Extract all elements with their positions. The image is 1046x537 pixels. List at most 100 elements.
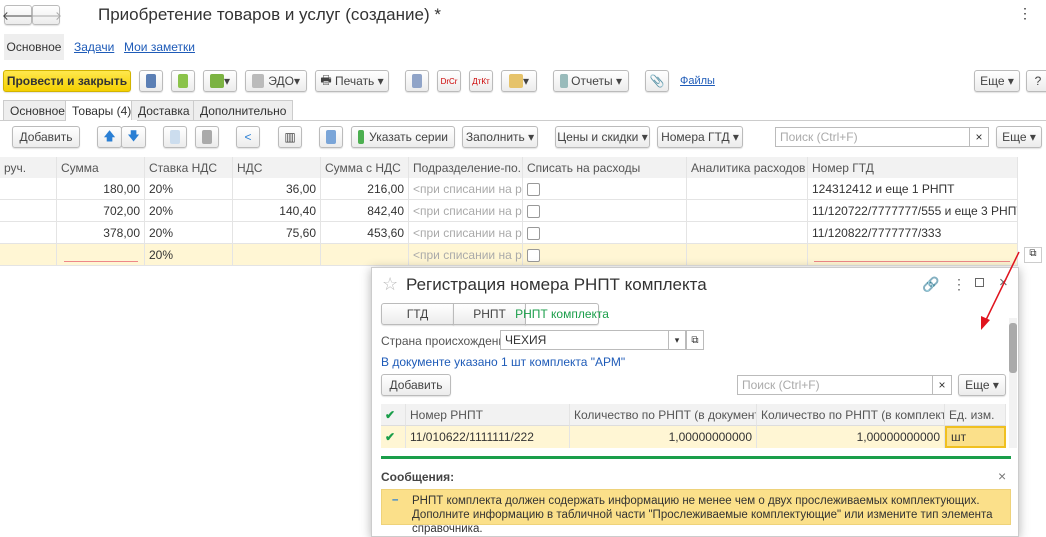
- clear-search-button[interactable]: ×: [969, 127, 989, 147]
- dropdown-icon[interactable]: ▾: [668, 330, 686, 350]
- table-cell[interactable]: 140,40: [233, 200, 321, 222]
- table-cell[interactable]: 1,00000000000: [757, 426, 945, 448]
- table-cell[interactable]: 216,00: [321, 178, 409, 200]
- tab-main[interactable]: Основное: [3, 100, 72, 120]
- link-icon[interactable]: 🔗: [922, 276, 939, 293]
- table-cell[interactable]: [0, 244, 57, 266]
- post-icon[interactable]: [171, 70, 195, 92]
- attach-icon[interactable]: 📎: [645, 70, 669, 92]
- gtd-numbers-button[interactable]: Номера ГТД ▾: [657, 126, 743, 148]
- table-cell[interactable]: [687, 222, 808, 244]
- table-cell[interactable]: 20%: [145, 222, 233, 244]
- add-button[interactable]: Добавить: [12, 126, 80, 148]
- table-cell[interactable]: [321, 244, 409, 266]
- post-and-close-button[interactable]: Провести и закрыть: [3, 70, 131, 92]
- write-off-checkbox-cell[interactable]: [523, 200, 687, 222]
- dialog-add-button[interactable]: Добавить: [381, 374, 451, 396]
- open-icon[interactable]: ⧉: [1024, 247, 1042, 263]
- column-header[interactable]: Аналитика расходов: [687, 157, 808, 179]
- table-cell[interactable]: <при списании на р...: [409, 244, 523, 266]
- table-cell[interactable]: 11/120822/7777777/333: [808, 222, 1018, 244]
- table-cell[interactable]: шт: [945, 426, 1006, 448]
- nav-tab-notes[interactable]: Мои заметки: [124, 40, 195, 54]
- print-button[interactable]: 🖶 Печать ▾: [315, 70, 389, 92]
- table-cell[interactable]: 180,00: [57, 178, 145, 200]
- table-cell[interactable]: [233, 244, 321, 266]
- column-header[interactable]: Ед. изм.: [945, 404, 1006, 426]
- write-off-checkbox-cell[interactable]: [523, 178, 687, 200]
- table-cell[interactable]: 20%: [145, 178, 233, 200]
- tab-goods[interactable]: Товары (4): [65, 100, 139, 121]
- column-header[interactable]: Подразделение-по...: [409, 157, 523, 179]
- specify-series-button[interactable]: Указать серии: [351, 126, 455, 148]
- table-cell[interactable]: [687, 244, 808, 266]
- edo-button[interactable]: ЭДО ▾: [245, 70, 307, 92]
- move-down-icon[interactable]: 🡇: [121, 126, 146, 148]
- reports-button[interactable]: Отчеты ▾: [553, 70, 629, 92]
- dialog-clear-search-button[interactable]: ×: [932, 375, 952, 395]
- country-input[interactable]: ЧЕХИЯ: [500, 330, 686, 350]
- column-header[interactable]: руч.: [0, 157, 57, 179]
- table-cell[interactable]: 124312412 и еще 1 РНПТ: [808, 178, 1018, 200]
- column-header[interactable]: Номер ГТД: [808, 157, 1018, 179]
- more-menu-icon[interactable]: ⋮: [1018, 5, 1032, 22]
- favorite-star-icon[interactable]: ☆: [382, 274, 398, 295]
- dialog-tab-rnpt-kit[interactable]: РНПТ комплекта: [515, 303, 609, 325]
- table-cell[interactable]: 11/120722/7777777/555 и еще 3 РНПТ: [808, 200, 1018, 222]
- structure-button[interactable]: ▾: [501, 70, 537, 92]
- table-cell[interactable]: 20%: [145, 200, 233, 222]
- barcode-icon[interactable]: ▥: [278, 126, 302, 148]
- column-header[interactable]: Сумма с НДС: [321, 157, 409, 179]
- checkbox[interactable]: [527, 182, 540, 196]
- column-header[interactable]: Количество по РНПТ (в документе): [570, 404, 757, 426]
- write-off-checkbox-cell[interactable]: [523, 244, 687, 266]
- column-header[interactable]: Номер РНПТ: [406, 404, 570, 426]
- table-cell[interactable]: <при списании на р...: [409, 222, 523, 244]
- table-cell[interactable]: 20%: [145, 244, 233, 266]
- back-button[interactable]: 🡐: [2, 5, 34, 25]
- save-icon[interactable]: [139, 70, 163, 92]
- more-menu-icon[interactable]: ⋮: [952, 276, 966, 293]
- dialog-search-input[interactable]: Поиск (Ctrl+F): [737, 375, 933, 395]
- search-input[interactable]: Поиск (Ctrl+F): [775, 127, 970, 147]
- column-header[interactable]: НДС: [233, 157, 321, 179]
- more-button[interactable]: Еще ▾: [974, 70, 1020, 92]
- column-header[interactable]: Ставка НДС: [145, 157, 233, 179]
- checkbox[interactable]: [527, 248, 540, 262]
- table-cell[interactable]: [57, 244, 145, 266]
- open-icon[interactable]: ⧉: [686, 330, 704, 350]
- check-list-icon[interactable]: [319, 126, 343, 148]
- column-header[interactable]: Количество по РНПТ (в комплекте): [757, 404, 945, 426]
- table-cell[interactable]: 1,00000000000: [570, 426, 757, 448]
- create-based-on-button[interactable]: ▾: [203, 70, 237, 92]
- dialog-tab-gtd[interactable]: ГТД: [381, 303, 454, 325]
- table-more-button[interactable]: Еще ▾: [996, 126, 1042, 148]
- files-link[interactable]: Файлы: [680, 75, 715, 87]
- table-cell[interactable]: 453,60: [321, 222, 409, 244]
- paste-icon[interactable]: [195, 126, 219, 148]
- tab-additional[interactable]: Дополнительно: [193, 100, 294, 120]
- write-off-checkbox-cell[interactable]: [523, 222, 687, 244]
- table-cell[interactable]: [687, 178, 808, 200]
- table-cell[interactable]: [0, 200, 57, 222]
- table-cell[interactable]: 378,00: [57, 222, 145, 244]
- table-cell[interactable]: 36,00: [233, 178, 321, 200]
- table-cell[interactable]: 702,00: [57, 200, 145, 222]
- copy-icon[interactable]: [163, 126, 187, 148]
- column-header[interactable]: Списать на расходы: [523, 157, 687, 179]
- fill-button[interactable]: Заполнить ▾: [462, 126, 538, 148]
- prices-button[interactable]: Цены и скидки ▾: [555, 126, 650, 148]
- move-up-icon[interactable]: 🡅: [97, 126, 122, 148]
- nav-tab-tasks[interactable]: Задачи: [74, 40, 114, 54]
- table-cell[interactable]: [0, 178, 57, 200]
- table-cell[interactable]: 11/010622/1111111/222: [406, 426, 570, 448]
- dr-cr-icon[interactable]: DrCr: [437, 70, 461, 92]
- table-cell[interactable]: 842,40: [321, 200, 409, 222]
- table-cell[interactable]: [0, 222, 57, 244]
- table-cell[interactable]: [687, 200, 808, 222]
- checkbox[interactable]: [527, 226, 540, 240]
- list-icon[interactable]: [405, 70, 429, 92]
- table-cell[interactable]: <при списании на р...: [409, 200, 523, 222]
- nav-tab-main[interactable]: Основное: [4, 34, 64, 60]
- scrollbar[interactable]: [1009, 318, 1017, 448]
